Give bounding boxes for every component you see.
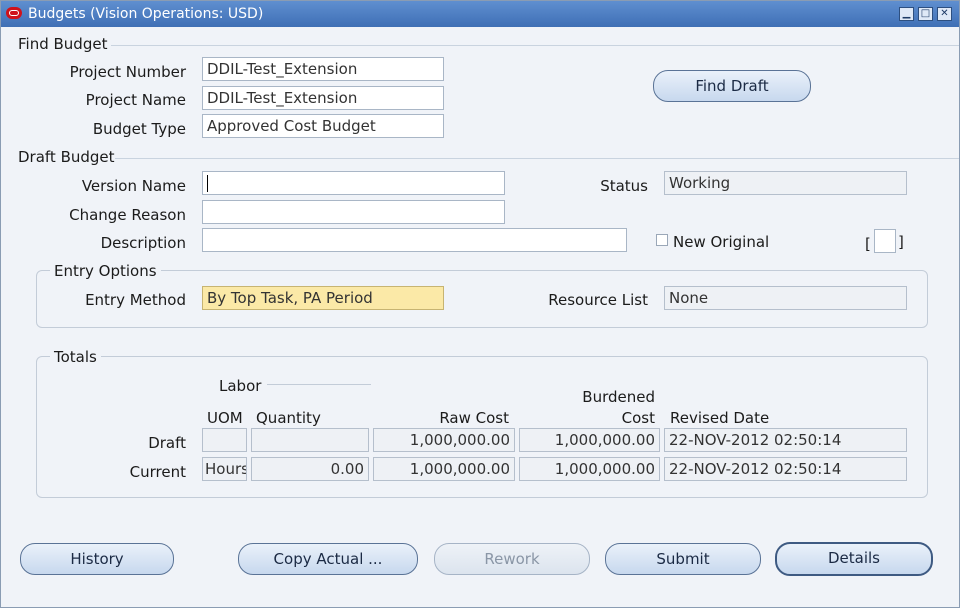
- version-name-label: Version Name: [81, 177, 186, 195]
- oracle-logo-icon: [6, 7, 22, 19]
- status-field: Working: [664, 171, 907, 195]
- change-reason-label: Change Reason: [69, 206, 186, 224]
- description-field[interactable]: [202, 228, 627, 252]
- descriptive-flexfield-bracket-left: [: [865, 235, 871, 253]
- history-button[interactable]: History: [20, 543, 174, 575]
- version-name-field[interactable]: [202, 171, 505, 195]
- close-icon[interactable]: ✕: [937, 7, 952, 21]
- current-revised-date-field: 22-NOV-2012 02:50:14: [664, 457, 907, 481]
- descriptive-flexfield-bracket-right: ]: [898, 233, 904, 251]
- rework-button[interactable]: Rework: [434, 543, 590, 575]
- current-row-label: Current: [129, 463, 186, 481]
- title-bar: Budgets (Vision Operations: USD) ▁ □ ✕: [1, 1, 959, 27]
- revised-date-column-header: Revised Date: [670, 409, 770, 427]
- descriptive-flexfield[interactable]: [874, 229, 896, 253]
- totals-heading: Totals: [50, 348, 101, 366]
- window-title: Budgets (Vision Operations: USD): [28, 6, 264, 22]
- find-budget-divider: [111, 45, 959, 46]
- description-label: Description: [100, 234, 186, 252]
- draft-uom-field: [202, 428, 247, 452]
- change-reason-field[interactable]: [202, 200, 505, 224]
- project-number-label: Project Number: [69, 63, 186, 81]
- budget-type-field[interactable]: Approved Cost Budget: [202, 114, 444, 138]
- draft-revised-date-field: 22-NOV-2012 02:50:14: [664, 428, 907, 452]
- draft-row-label: Draft: [148, 434, 186, 452]
- find-budget-heading: Find Budget: [18, 35, 108, 53]
- labor-divider: [267, 384, 371, 385]
- project-name-field[interactable]: DDIL-Test_Extension: [202, 86, 444, 110]
- maximize-icon[interactable]: □: [918, 7, 933, 21]
- draft-burdened-cost-field: 1,000,000.00: [519, 428, 660, 452]
- new-original-label[interactable]: New Original: [673, 233, 769, 251]
- uom-column-header: UOM: [207, 409, 243, 427]
- labor-heading: Labor: [219, 377, 262, 395]
- project-number-field[interactable]: DDIL-Test_Extension: [202, 57, 444, 81]
- resource-list-label: Resource List: [548, 291, 648, 309]
- minimize-icon[interactable]: ▁: [899, 7, 914, 21]
- burdened-cost-column-header-line1: Burdened: [582, 388, 655, 406]
- find-draft-button[interactable]: Find Draft: [653, 70, 811, 102]
- current-quantity-field: 0.00: [251, 457, 369, 481]
- status-label: Status: [600, 177, 648, 195]
- resource-list-field: None: [664, 286, 907, 310]
- current-burdened-cost-field: 1,000,000.00: [519, 457, 660, 481]
- entry-method-field[interactable]: By Top Task, PA Period: [202, 286, 444, 310]
- text-cursor: [207, 175, 208, 192]
- draft-raw-cost-field: 1,000,000.00: [373, 428, 515, 452]
- burdened-cost-column-header-line2: Cost: [621, 409, 655, 427]
- current-raw-cost-field: 1,000,000.00: [373, 457, 515, 481]
- current-uom-field: Hours: [202, 457, 247, 481]
- budgets-window: Budgets (Vision Operations: USD) ▁ □ ✕ F…: [0, 0, 960, 608]
- copy-actual-button[interactable]: Copy Actual ...: [238, 543, 418, 575]
- new-original-checkbox[interactable]: [656, 234, 668, 246]
- draft-budget-divider: [115, 158, 959, 159]
- raw-cost-column-header: Raw Cost: [439, 409, 509, 427]
- submit-button[interactable]: Submit: [605, 543, 761, 575]
- entry-options-heading: Entry Options: [50, 262, 161, 280]
- entry-method-label: Entry Method: [85, 291, 186, 309]
- budget-type-label: Budget Type: [92, 120, 186, 138]
- details-button[interactable]: Details: [775, 542, 933, 576]
- draft-budget-heading: Draft Budget: [18, 148, 115, 166]
- project-name-label: Project Name: [85, 91, 186, 109]
- quantity-column-header: Quantity: [256, 409, 321, 427]
- draft-quantity-field: [251, 428, 369, 452]
